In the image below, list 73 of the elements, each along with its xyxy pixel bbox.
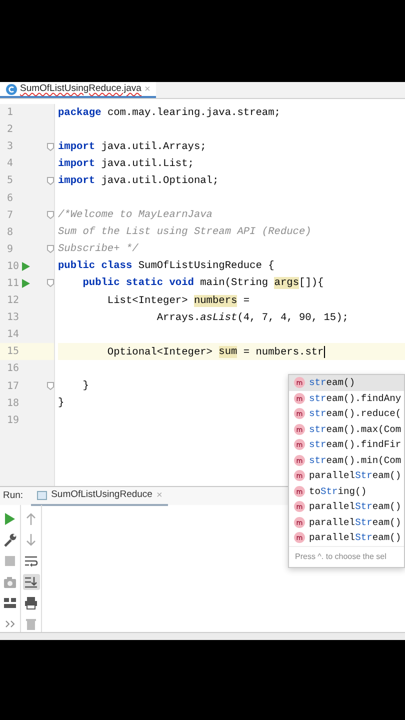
window-icon bbox=[37, 490, 48, 500]
wrench-icon[interactable] bbox=[2, 532, 18, 548]
fold-icon[interactable] bbox=[47, 142, 54, 151]
line-number: 6 bbox=[6, 192, 14, 204]
panel-label: Run: bbox=[3, 488, 24, 503]
code-line: Optional<Integer> sum = numbers.str bbox=[106, 346, 325, 358]
line-number: 19 bbox=[6, 414, 20, 426]
line-number: 4 bbox=[6, 158, 14, 170]
code-line: import java.util.List; bbox=[58, 158, 194, 170]
line-number: 16 bbox=[6, 363, 20, 374]
line-number: 5 bbox=[6, 175, 14, 186]
completion-item[interactable]: parallelStream() bbox=[289, 499, 404, 514]
trash-icon[interactable] bbox=[23, 616, 39, 632]
method-icon bbox=[294, 516, 305, 528]
line-number: 18 bbox=[6, 398, 20, 409]
line-number: 13 bbox=[6, 312, 20, 324]
code-line: List<Integer> numbers = bbox=[106, 294, 250, 307]
completion-item[interactable]: stream() bbox=[289, 375, 404, 390]
hint-text: Press ^. to choose the sel bbox=[289, 546, 404, 566]
method-icon bbox=[294, 392, 305, 404]
fold-icon[interactable] bbox=[47, 245, 54, 254]
printer-icon[interactable] bbox=[23, 595, 39, 612]
code-line: Sum of the List using Stream API (Reduce) bbox=[58, 226, 312, 238]
code-line: package com.may.learing.java.stream; bbox=[58, 106, 280, 119]
line-number: 11 bbox=[6, 278, 20, 289]
fold-icon[interactable] bbox=[47, 279, 54, 288]
line-number: 15 bbox=[6, 346, 20, 358]
completion-item[interactable]: stream().max(Com bbox=[289, 422, 404, 437]
code-line: } bbox=[58, 397, 64, 410]
class-icon bbox=[6, 84, 17, 94]
method-icon bbox=[294, 486, 305, 497]
code-line: import java.util.Optional; bbox=[58, 174, 219, 187]
line-number: 14 bbox=[6, 329, 20, 340]
code-line: Subscribe+ */ bbox=[58, 243, 138, 256]
completion-item[interactable]: stream().min(Com bbox=[289, 452, 404, 468]
line-number: 7 bbox=[6, 210, 14, 221]
fold-icon[interactable] bbox=[47, 211, 54, 220]
line-number: 1 bbox=[6, 107, 14, 118]
method-icon bbox=[294, 424, 305, 435]
method-icon bbox=[294, 454, 305, 466]
code-line: public static void main(String args[]){ bbox=[82, 277, 324, 290]
line-number: 8 bbox=[6, 226, 14, 238]
completion-item[interactable]: stream().findAny bbox=[289, 390, 404, 406]
line-number: 12 bbox=[6, 295, 20, 306]
method-icon bbox=[294, 532, 305, 544]
method-icon bbox=[294, 501, 305, 512]
fold-icon[interactable] bbox=[47, 382, 54, 390]
method-icon bbox=[294, 377, 305, 388]
fold-icon[interactable] bbox=[47, 176, 54, 185]
completion-item[interactable]: parallelStream() bbox=[289, 514, 404, 530]
completion-item[interactable]: stream().reduce( bbox=[289, 406, 404, 422]
code-line: public class SumOfListUsingReduce { bbox=[58, 260, 274, 272]
completion-item[interactable]: toString() bbox=[289, 484, 404, 499]
line-number: 3 bbox=[6, 141, 14, 152]
line-number: 17 bbox=[6, 380, 20, 392]
method-icon bbox=[294, 470, 305, 482]
code-line: } bbox=[82, 380, 89, 392]
code-line: /*Welcome to MayLearnJava bbox=[58, 209, 212, 222]
completion-item[interactable]: parallelStream() bbox=[289, 530, 404, 546]
completion-item[interactable]: parallelStream() bbox=[289, 468, 404, 484]
line-number: 9 bbox=[6, 244, 14, 255]
line-number: 2 bbox=[6, 124, 14, 136]
method-icon bbox=[294, 439, 305, 450]
code-line: Arrays.asList(4, 7, 4, 90, 15); bbox=[156, 312, 348, 324]
line-number: 10 bbox=[6, 260, 20, 272]
file-tab[interactable]: SumOfListUsingReduce.java × bbox=[0, 82, 156, 98]
code-line: import java.util.Arrays; bbox=[58, 140, 206, 153]
camera-icon[interactable] bbox=[2, 574, 18, 590]
run-tab[interactable]: SumOfListUsingReduce × bbox=[31, 486, 168, 506]
scroll-end-icon[interactable] bbox=[23, 574, 39, 590]
method-icon bbox=[294, 408, 305, 420]
text-cursor bbox=[324, 346, 325, 358]
completion-item[interactable]: stream().findFir bbox=[289, 437, 404, 452]
